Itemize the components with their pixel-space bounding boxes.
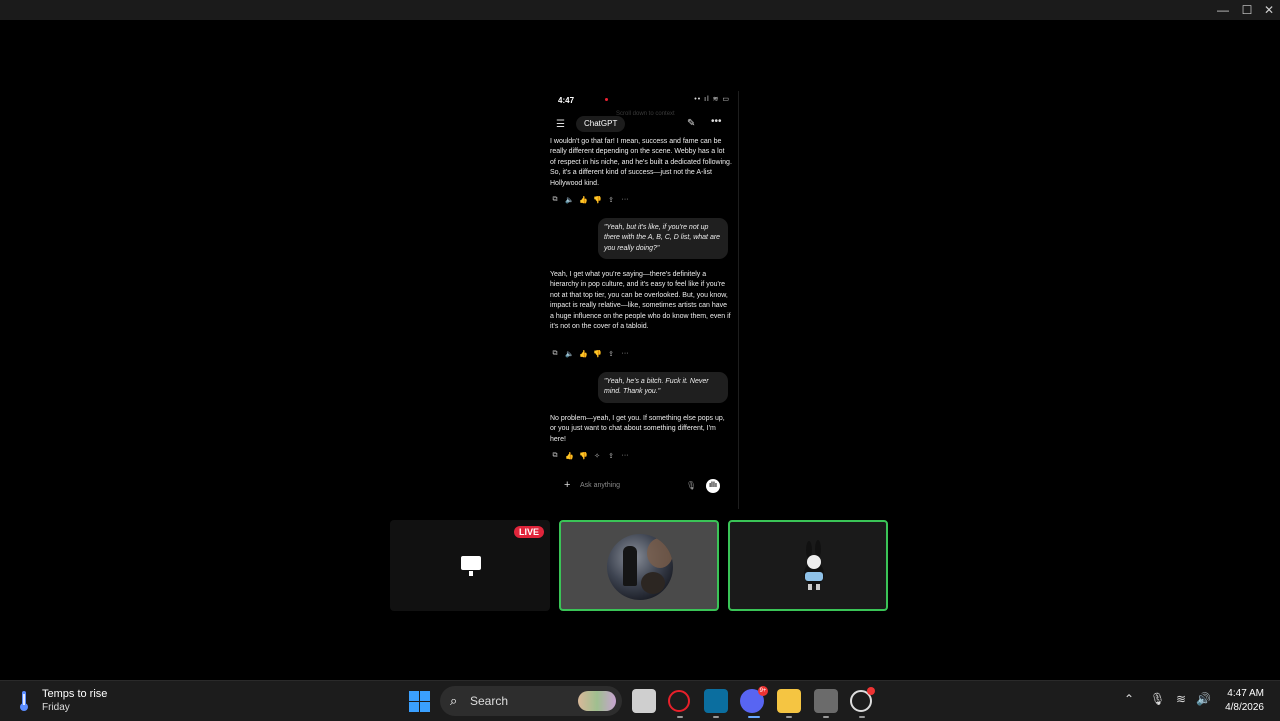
- thermometer-icon[interactable]: [18, 690, 30, 712]
- assistant-message: I wouldn't go that far! I mean, success …: [550, 138, 732, 187]
- opera-browser-icon[interactable]: [668, 690, 690, 712]
- user-message: "Yeah, but it's like, if you're not up t…: [598, 218, 728, 260]
- copy-icon[interactable]: ⧉: [551, 350, 559, 358]
- share-icon[interactable]: ⇪: [607, 196, 615, 204]
- avatar: [607, 534, 673, 600]
- chat-input[interactable]: Ask anything: [580, 482, 620, 489]
- voice-mode-button[interactable]: ıllı: [706, 479, 720, 493]
- message-actions: ⧉ 🔈 👍 👎 ⇪ ···: [551, 350, 629, 358]
- running-indicator: [786, 716, 792, 718]
- status-time: 4:47: [558, 96, 575, 105]
- minimize-button[interactable]: —: [1212, 2, 1234, 18]
- phone-screen-share: 4:47 •• ıl ≋ ▭ Scroll down to context ☰ …: [546, 91, 739, 509]
- notification-dot: [867, 687, 875, 695]
- copy-icon[interactable]: ⧉: [551, 196, 559, 204]
- model-selector[interactable]: ChatGPT: [576, 116, 626, 132]
- running-indicator: [823, 716, 829, 718]
- search-highlight-art: [578, 691, 616, 711]
- thumbs-down-icon[interactable]: 👎: [593, 350, 602, 358]
- chatgpt-app-icon[interactable]: [850, 687, 875, 712]
- participant-tile[interactable]: [728, 520, 888, 611]
- status-icons: •• ıl ≋ ▭: [694, 96, 730, 103]
- assistant-message: Yeah, I get what you're saying—there's d…: [550, 271, 731, 331]
- weather-headline[interactable]: Temps to rise: [42, 688, 107, 700]
- running-indicator: [713, 716, 719, 718]
- thumbs-up-icon[interactable]: 👍: [579, 196, 588, 204]
- clock-date[interactable]: 4/8/2026: [1216, 702, 1264, 713]
- share-icon[interactable]: ⇪: [607, 452, 615, 460]
- read-aloud-icon[interactable]: 🔈: [565, 350, 574, 358]
- more-icon[interactable]: ···: [621, 350, 629, 358]
- thumbs-down-icon[interactable]: 👎: [579, 452, 588, 460]
- avatar: [804, 540, 824, 590]
- user-message: "Yeah, he's a bitch. Fuck it. Never mind…: [598, 372, 728, 403]
- notification-badge: 9+: [758, 686, 768, 696]
- message-actions: ⧉ 👍 👎 ✧ ⇪ ···: [551, 452, 629, 460]
- new-chat-icon[interactable]: ✎: [687, 118, 695, 129]
- search-icon: ⌕: [450, 693, 458, 708]
- thumbs-down-icon[interactable]: 👎: [593, 196, 602, 204]
- running-indicator: [677, 716, 683, 718]
- running-indicator: [859, 716, 865, 718]
- gimp-icon[interactable]: [814, 689, 838, 713]
- regenerate-icon[interactable]: ✧: [593, 452, 601, 460]
- participant-tile[interactable]: [559, 520, 719, 611]
- plus-icon[interactable]: +: [564, 479, 570, 491]
- discord-icon[interactable]: 9+: [740, 686, 768, 713]
- more-icon[interactable]: ···: [621, 196, 629, 204]
- active-indicator: [748, 716, 760, 718]
- task-view-icon[interactable]: [632, 689, 656, 713]
- wifi-icon[interactable]: ≋: [1176, 692, 1186, 706]
- copy-icon[interactable]: ⧉: [551, 452, 559, 460]
- window-titlebar: — ☐ ✕: [0, 0, 1280, 20]
- microphone-icon[interactable]: 🎙: [1150, 692, 1165, 706]
- thumbs-up-icon[interactable]: 👍: [579, 350, 588, 358]
- dictate-icon[interactable]: 🎙: [686, 481, 696, 490]
- menu-icon[interactable]: ☰: [556, 119, 565, 130]
- taskbar: Temps to rise Friday ⌕ Search 9+ ⌃ 🎙 ≋ 🔊…: [0, 680, 1280, 721]
- more-options-icon[interactable]: •••: [711, 116, 722, 127]
- obsidian-app-icon[interactable]: [704, 689, 728, 713]
- more-icon[interactable]: ···: [621, 452, 629, 460]
- thumbs-up-icon[interactable]: 👍: [565, 452, 574, 460]
- screen-share-tile[interactable]: LIVE: [390, 520, 550, 611]
- live-badge: LIVE: [513, 526, 544, 538]
- volume-icon[interactable]: 🔊: [1196, 692, 1211, 706]
- search-label: Search: [470, 694, 509, 708]
- monitor-icon: [461, 556, 481, 576]
- assistant-message: No problem—yeah, I get you. If something…: [550, 415, 725, 443]
- scroll-hint: Scroll down to context: [616, 111, 675, 117]
- read-aloud-icon[interactable]: 🔈: [565, 196, 574, 204]
- recording-dot: [605, 98, 608, 101]
- maximize-button[interactable]: ☐: [1236, 2, 1258, 18]
- weather-day[interactable]: Friday: [42, 702, 70, 713]
- taskbar-search[interactable]: ⌕ Search: [440, 686, 622, 716]
- windows-start-icon[interactable]: [407, 689, 431, 713]
- share-icon[interactable]: ⇪: [607, 350, 615, 358]
- file-explorer-icon[interactable]: [777, 689, 801, 713]
- chevron-up-icon[interactable]: ⌃: [1124, 692, 1134, 706]
- message-actions: ⧉ 🔈 👍 👎 ⇪ ···: [551, 196, 629, 204]
- clock-time[interactable]: 4:47 AM: [1222, 688, 1264, 699]
- close-button[interactable]: ✕: [1258, 2, 1280, 18]
- chat-input-bar: + Ask anything 🎙 ıllı: [556, 478, 732, 496]
